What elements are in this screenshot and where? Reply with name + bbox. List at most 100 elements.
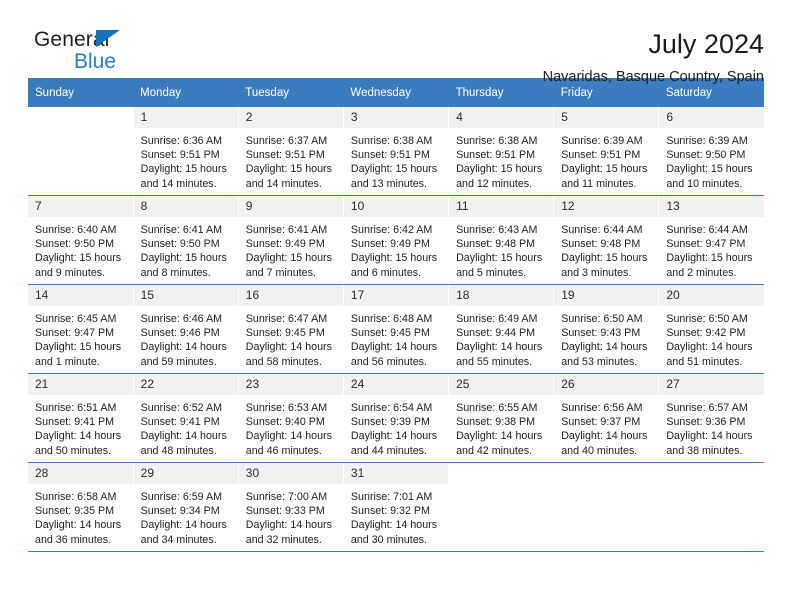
daylight-text: Daylight: 15 hours: [350, 163, 438, 176]
calendar-day-cell[interactable]: 5 Sunrise: 6:39 AM Sunset: 9:51 PM Daylight…: [553, 107, 660, 196]
daylight-text: Daylight: 15 hours: [35, 252, 122, 265]
calendar-week-row: 1 Sunrise: 6:36 AM Sunset: 9:51 PM Daylight…: [28, 107, 764, 196]
sunrise-text: Sunrise: 6:44 AM: [561, 224, 643, 236]
calendar-day-cell[interactable]: 2 Sunrise: 6:37 AM Sunset: 9:51 PM Daylight…: [238, 107, 344, 196]
sunset-text: Sunset: 9:43 PM: [561, 327, 641, 340]
daylight-text: and 6 minutes.: [350, 266, 422, 279]
calendar-day-cell[interactable]: 13 Sunrise: 6:44 AM Sunset: 9:47 PM Dayligh…: [658, 195, 764, 285]
daylight-text: and 11 minutes.: [561, 177, 637, 190]
calendar-day-cell[interactable]: 31 Sunrise: 7:01 AM Sunset: 9:32 PM Dayligh…: [343, 462, 450, 552]
day-number: 14: [28, 285, 133, 307]
day-sun-info: Sunrise: 6:51 AM Sunset: 9:41 PM Daylight:…: [28, 396, 133, 458]
page-title: July 2024: [648, 29, 764, 59]
sunrise-text: Sunrise: 6:48 AM: [350, 313, 433, 325]
daylight-text: Daylight: 14 hours: [140, 519, 227, 532]
calendar-day-cell[interactable]: 21 Sunrise: 6:51 AM Sunset: 9:41 PM Dayligh…: [28, 373, 134, 463]
calendar-day-cell[interactable]: 19 Sunrise: 6:50 AM Sunset: 9:43 PM Dayligh…: [553, 284, 660, 374]
general-blue-logo: General Blue: [28, 28, 208, 80]
day-number: 3: [343, 107, 449, 129]
sunset-text: Sunset: 9:49 PM: [350, 238, 430, 251]
calendar-day-cell[interactable]: 7 Sunrise: 6:40 AM Sunset: 9:50 PM Daylight…: [28, 195, 134, 285]
calendar-day-cell[interactable]: 24 Sunrise: 6:54 AM Sunset: 9:39 PM Dayligh…: [343, 373, 450, 463]
calendar-week-row: 14 Sunrise: 6:45 AM Sunset: 9:47 PM Dayligh…: [28, 284, 764, 374]
day-number: 31: [343, 463, 449, 485]
daylight-text: Daylight: 15 hours: [245, 163, 332, 176]
calendar-day-cell[interactable]: 27 Sunrise: 6:57 AM Sunset: 9:36 PM Dayligh…: [658, 373, 764, 463]
daylight-text: Daylight: 15 hours: [561, 252, 648, 265]
calendar-day-cell[interactable]: 29 Sunrise: 6:59 AM Sunset: 9:34 PM Dayligh…: [133, 462, 239, 552]
calendar-day-cell[interactable]: 11 Sunrise: 6:43 AM Sunset: 9:48 PM Dayligh…: [448, 195, 555, 285]
calendar-day-cell[interactable]: 4 Sunrise: 6:38 AM Sunset: 9:51 PM Daylight…: [448, 107, 555, 196]
calendar-day-cell[interactable]: 15 Sunrise: 6:46 AM Sunset: 9:46 PM Dayligh…: [133, 284, 239, 374]
calendar-day-cell[interactable]: 1 Sunrise: 6:36 AM Sunset: 9:51 PM Daylight…: [133, 107, 239, 196]
daylight-text: Daylight: 14 hours: [35, 430, 122, 443]
calendar-day-cell[interactable]: 10 Sunrise: 6:42 AM Sunset: 9:49 PM Dayligh…: [343, 195, 450, 285]
calendar-day-cell[interactable]: 26 Sunrise: 6:56 AM Sunset: 9:37 PM Dayligh…: [553, 373, 660, 463]
day-sun-info: Sunrise: 6:44 AM Sunset: 9:47 PM Daylight:…: [659, 218, 764, 280]
day-number: 21: [28, 374, 133, 396]
calendar-day-cell-empty: [28, 107, 134, 196]
daylight-text: Daylight: 14 hours: [561, 341, 648, 354]
calendar-day-cell[interactable]: 3 Sunrise: 6:38 AM Sunset: 9:51 PM Daylight…: [343, 107, 450, 196]
calendar-day-cell[interactable]: 30 Sunrise: 7:00 AM Sunset: 9:33 PM Dayligh…: [238, 462, 344, 552]
weekday-header-sunday: Sunday: [28, 78, 134, 107]
logo-text-blue: Blue: [74, 50, 117, 73]
day-number: [449, 463, 554, 484]
day-sun-info: Sunrise: 6:40 AM Sunset: 9:50 PM Daylight:…: [28, 218, 133, 280]
day-sun-info: Sunrise: 6:49 AM Sunset: 9:44 PM Daylight:…: [449, 307, 553, 369]
calendar-day-cell[interactable]: 16 Sunrise: 6:47 AM Sunset: 9:45 PM Dayligh…: [238, 284, 344, 374]
calendar-day-cell[interactable]: 12 Sunrise: 6:44 AM Sunset: 9:48 PM Dayligh…: [553, 195, 660, 285]
sunset-text: Sunset: 9:50 PM: [666, 149, 746, 162]
daylight-text: and 3 minutes.: [561, 266, 632, 279]
calendar-day-cell-empty: [658, 462, 764, 552]
daylight-text: and 42 minutes.: [456, 444, 533, 457]
daylight-text: Daylight: 15 hours: [140, 252, 227, 265]
sunrise-text: Sunrise: 6:49 AM: [456, 313, 538, 325]
calendar-day-cell[interactable]: 9 Sunrise: 6:41 AM Sunset: 9:49 PM Daylight…: [238, 195, 344, 285]
daylight-text: and 5 minutes.: [456, 266, 527, 279]
daylight-text: Daylight: 14 hours: [245, 341, 332, 354]
sunrise-text: Sunrise: 6:36 AM: [140, 135, 223, 147]
daylight-text: and 40 minutes.: [561, 444, 638, 457]
calendar-day-cell[interactable]: 6 Sunrise: 6:39 AM Sunset: 9:50 PM Daylight…: [658, 107, 764, 196]
sunset-text: Sunset: 9:32 PM: [350, 505, 430, 518]
sunrise-text: Sunrise: 6:46 AM: [140, 313, 223, 325]
day-sun-info: Sunrise: 7:00 AM Sunset: 9:33 PM Daylight:…: [239, 485, 343, 547]
daylight-text: Daylight: 14 hours: [666, 430, 753, 443]
daylight-text: and 13 minutes.: [350, 177, 427, 190]
sunrise-text: Sunrise: 6:37 AM: [245, 135, 328, 147]
calendar-day-cell[interactable]: 20 Sunrise: 6:50 AM Sunset: 9:42 PM Dayligh…: [658, 284, 764, 374]
calendar-day-cell[interactable]: 22 Sunrise: 6:52 AM Sunset: 9:41 PM Dayligh…: [133, 373, 239, 463]
calendar-day-cell[interactable]: 14 Sunrise: 6:45 AM Sunset: 9:47 PM Dayligh…: [28, 284, 134, 374]
day-sun-info: Sunrise: 7:01 AM Sunset: 9:32 PM Daylight:…: [344, 485, 448, 547]
calendar-day-cell[interactable]: 23 Sunrise: 6:53 AM Sunset: 9:40 PM Dayligh…: [238, 373, 344, 463]
calendar-day-cell[interactable]: 17 Sunrise: 6:48 AM Sunset: 9:45 PM Dayligh…: [343, 284, 450, 374]
day-sun-info: Sunrise: 6:48 AM Sunset: 9:45 PM Daylight:…: [344, 307, 448, 369]
sunset-text: Sunset: 9:47 PM: [666, 238, 746, 251]
day-number: [28, 107, 133, 128]
daylight-text: Daylight: 15 hours: [140, 163, 227, 176]
daylight-text: and 53 minutes.: [561, 355, 638, 368]
day-number: 10: [343, 196, 449, 218]
day-number: 6: [659, 107, 764, 129]
calendar-day-cell[interactable]: 28 Sunrise: 6:58 AM Sunset: 9:35 PM Dayligh…: [28, 462, 134, 552]
daylight-text: Daylight: 15 hours: [666, 252, 753, 265]
day-sun-info: Sunrise: 6:46 AM Sunset: 9:46 PM Daylight:…: [134, 307, 238, 369]
daylight-text: and 46 minutes.: [245, 444, 322, 457]
daylight-text: and 2 minutes.: [666, 266, 737, 279]
day-number: 20: [659, 285, 764, 307]
daylight-text: and 10 minutes.: [666, 177, 743, 190]
calendar-day-cell[interactable]: 8 Sunrise: 6:41 AM Sunset: 9:50 PM Daylight…: [133, 195, 239, 285]
day-sun-info: Sunrise: 6:41 AM Sunset: 9:50 PM Daylight:…: [134, 218, 238, 280]
calendar-day-cell[interactable]: 25 Sunrise: 6:55 AM Sunset: 9:38 PM Dayligh…: [448, 373, 555, 463]
daylight-text: Daylight: 14 hours: [561, 430, 648, 443]
calendar-day-cell[interactable]: 18 Sunrise: 6:49 AM Sunset: 9:44 PM Dayligh…: [448, 284, 555, 374]
page-header: General Blue July 2024 Navaridas, Basque…: [28, 0, 764, 85]
sunset-text: Sunset: 9:44 PM: [456, 327, 536, 340]
daylight-text: and 7 minutes.: [245, 266, 316, 279]
day-sun-info: Sunrise: 6:43 AM Sunset: 9:48 PM Daylight:…: [449, 218, 553, 280]
sunrise-text: Sunrise: 7:00 AM: [245, 491, 328, 503]
day-number: 19: [554, 285, 659, 307]
day-number: 28: [28, 463, 133, 485]
calendar-week-row: 21 Sunrise: 6:51 AM Sunset: 9:41 PM Dayligh…: [28, 373, 764, 463]
